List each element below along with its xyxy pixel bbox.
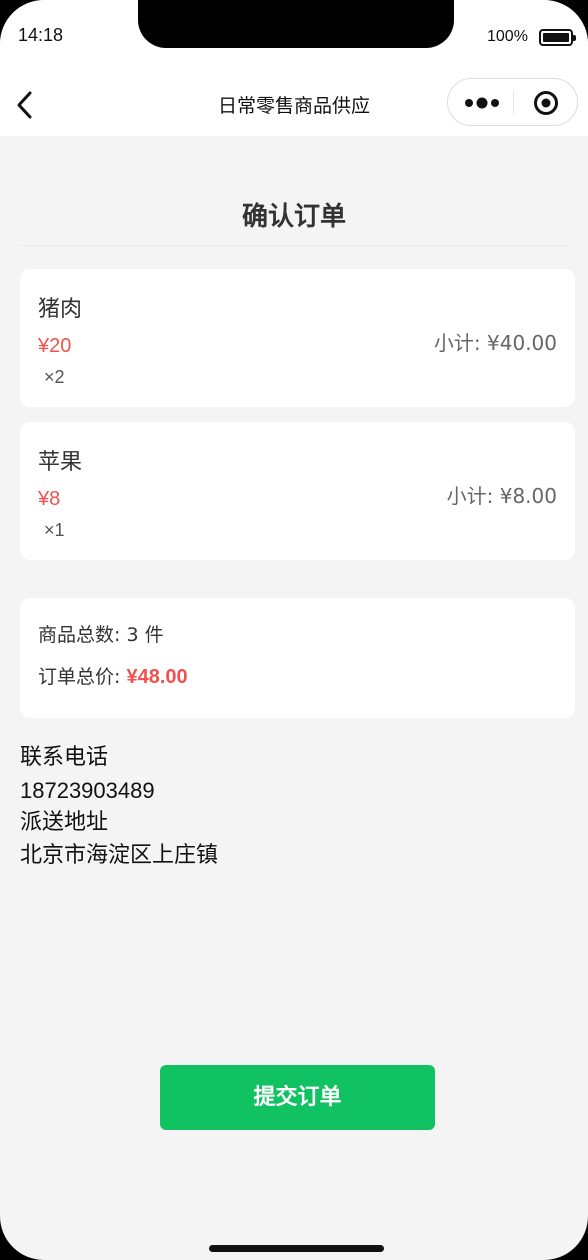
notch bbox=[138, 0, 454, 48]
item-price: ¥20 bbox=[38, 335, 72, 357]
battery-icon bbox=[539, 29, 576, 46]
submit-order-button[interactable]: 提交订单 bbox=[160, 1065, 435, 1130]
item-quantity: ×2 bbox=[44, 367, 65, 387]
more-menu-button[interactable] bbox=[463, 93, 503, 113]
capsule-divider bbox=[513, 91, 514, 115]
item-name: 猪肉 bbox=[38, 297, 83, 322]
phone-screen: 14:18 100% 日常零售商品供应 确认订单 猪肉 ¥20 ×2 小计: ¥… bbox=[0, 0, 588, 1260]
item-subtotal: 小计: ¥40.00 bbox=[433, 331, 557, 355]
mini-program-capsule bbox=[447, 78, 578, 126]
title-divider bbox=[20, 245, 568, 246]
home-indicator bbox=[209, 1245, 384, 1252]
item-price: ¥8 bbox=[38, 488, 61, 510]
address-label: 派送地址 bbox=[20, 810, 109, 835]
target-circle-icon bbox=[534, 91, 558, 115]
page-title: 确认订单 bbox=[241, 202, 346, 232]
item-subtotal: 小计: ¥8.00 bbox=[446, 484, 557, 508]
item-name: 苹果 bbox=[38, 450, 83, 475]
status-time: 14:18 bbox=[18, 25, 64, 45]
delivery-address: 北京市海淀区上庄镇 bbox=[20, 842, 219, 868]
order-total-value: ¥48.00 bbox=[126, 666, 188, 688]
battery-percentage: 100% bbox=[487, 28, 528, 45]
order-total: 订单总价: ¥48.00 bbox=[38, 662, 188, 689]
order-item-card: 苹果 ¥8 ×1 小计: ¥8.00 bbox=[20, 422, 575, 560]
more-dots-icon bbox=[465, 97, 499, 109]
status-bar: 14:18 100% bbox=[0, 0, 588, 70]
delivery-info: 联系电话 18723903489 派送地址 北京市海淀区上庄镇 bbox=[20, 742, 218, 872]
close-mini-program-button[interactable] bbox=[533, 90, 559, 116]
item-quantity: ×1 bbox=[44, 520, 65, 540]
order-item-card: 猪肉 ¥20 ×2 小计: ¥40.00 bbox=[20, 269, 575, 407]
phone-number: 18723903489 bbox=[20, 777, 155, 803]
total-item-count: 商品总数: 3 件 bbox=[38, 624, 164, 646]
order-total-label: 订单总价: bbox=[38, 666, 127, 688]
phone-label: 联系电话 bbox=[20, 745, 109, 770]
navigation-bar: 日常零售商品供应 bbox=[0, 70, 588, 136]
order-summary-card: 商品总数: 3 件 订单总价: ¥48.00 bbox=[20, 598, 575, 718]
